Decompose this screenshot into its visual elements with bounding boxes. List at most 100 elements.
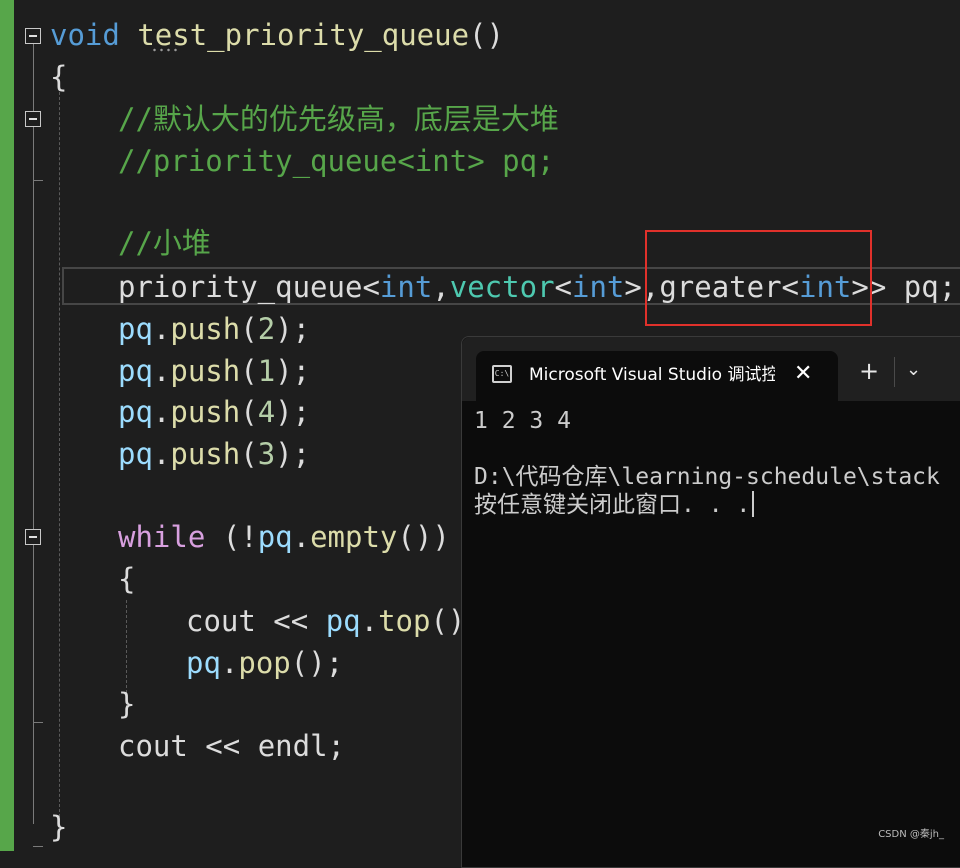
number-literal: 1 bbox=[257, 354, 276, 388]
punctuation: . bbox=[292, 520, 311, 554]
punctuation: , bbox=[432, 270, 450, 304]
type-name: priority_queue bbox=[118, 270, 363, 304]
punctuation: . bbox=[152, 437, 171, 471]
identifier: cout bbox=[186, 604, 256, 638]
suggestion-squiggle bbox=[151, 48, 179, 52]
new-tab-plus-icon[interactable]: + bbox=[859, 357, 879, 385]
fold-toggle-while-icon[interactable] bbox=[25, 529, 41, 545]
punctuation: . bbox=[360, 604, 379, 638]
fold-end-tick bbox=[33, 846, 43, 847]
output-prompt: 按任意键关闭此窗口. . . bbox=[474, 492, 751, 518]
brace: { bbox=[118, 562, 136, 596]
indent-guide bbox=[59, 82, 60, 822]
code-line-push: pq.push(4); bbox=[118, 391, 310, 433]
annotation-highlight-box bbox=[645, 230, 872, 326]
punctuation: ()) bbox=[397, 520, 450, 554]
output-line: 1 2 3 4 bbox=[474, 408, 571, 434]
code-line-13: while (!pq.empty()) bbox=[118, 516, 450, 558]
punctuation: . bbox=[152, 354, 171, 388]
variable: pq bbox=[118, 354, 153, 388]
fold-toggle-comment-icon[interactable] bbox=[25, 111, 41, 127]
keyword: int bbox=[572, 270, 625, 304]
punctuation: < bbox=[554, 270, 572, 304]
variable: pq bbox=[118, 312, 153, 346]
punctuation: ); bbox=[275, 354, 311, 388]
operator: << bbox=[187, 729, 258, 763]
terminal-tab[interactable]: C:\ Microsoft Visual Studio 调试控制台 ✕ bbox=[476, 351, 838, 401]
code-line-17: } bbox=[118, 683, 135, 725]
identifier: pq; bbox=[886, 270, 957, 304]
code-line-14: { bbox=[118, 558, 135, 600]
fold-toggle-function-icon[interactable] bbox=[25, 28, 41, 44]
function-name: top bbox=[378, 604, 431, 638]
code-line-16: pq.pop(); bbox=[186, 642, 343, 684]
code-line-4: //priority_queue<int> pq; bbox=[118, 140, 555, 182]
punctuation: ; bbox=[327, 729, 345, 763]
terminal-titlebar[interactable]: C:\ Microsoft Visual Studio 调试控制台 ✕ + ⌄ bbox=[462, 337, 960, 401]
function-name: pop bbox=[238, 646, 291, 680]
punctuation: ( bbox=[240, 354, 258, 388]
punctuation: ( bbox=[240, 312, 258, 346]
operator: << bbox=[255, 604, 326, 638]
function-name: empty bbox=[310, 520, 398, 554]
chevron-down-icon[interactable]: ⌄ bbox=[906, 359, 921, 380]
control-keyword: while bbox=[118, 520, 206, 554]
fold-line bbox=[33, 44, 34, 824]
close-icon[interactable]: ✕ bbox=[794, 361, 812, 386]
fold-end-tick bbox=[33, 180, 43, 181]
function-name: push bbox=[170, 354, 241, 388]
brace: { bbox=[50, 60, 68, 94]
variable: pq bbox=[118, 395, 153, 429]
fold-end-tick bbox=[33, 722, 43, 723]
change-indicator-bar bbox=[0, 0, 14, 851]
divider bbox=[894, 357, 895, 387]
variable: pq bbox=[186, 646, 221, 680]
function-name: push bbox=[170, 312, 241, 346]
code-line-push: pq.push(3); bbox=[118, 433, 310, 475]
punctuation: ); bbox=[275, 312, 311, 346]
variable: pq bbox=[118, 437, 153, 471]
punctuation: (! bbox=[205, 520, 258, 554]
punctuation: ); bbox=[275, 395, 311, 429]
number-literal: 3 bbox=[257, 437, 276, 471]
keyword: void bbox=[50, 18, 120, 52]
code-line-2: { bbox=[50, 56, 67, 98]
output-path: D:\代码仓库\learning-schedule\stack bbox=[474, 464, 940, 490]
comment: //priority_queue<int> pq; bbox=[118, 144, 555, 178]
code-line-18: cout << endl; bbox=[118, 725, 345, 767]
code-line-push: pq.push(2); bbox=[118, 308, 310, 350]
punctuation: ); bbox=[275, 437, 311, 471]
code-line-3: //默认大的优先级高，底层是大堆 bbox=[118, 98, 559, 140]
code-line-1: void test_priority_queue() bbox=[50, 14, 504, 56]
function-name: test_priority_queue bbox=[137, 18, 470, 52]
keyword: int bbox=[379, 270, 433, 304]
console-output[interactable]: 1 2 3 4 D:\代码仓库\learning-schedule\stack … bbox=[474, 407, 940, 519]
variable: pq bbox=[257, 520, 293, 554]
punctuation: . bbox=[220, 646, 239, 680]
comment: //小堆 bbox=[118, 226, 211, 260]
number-literal: 4 bbox=[257, 395, 276, 429]
punctuation: () bbox=[469, 18, 504, 52]
punctuation: ( bbox=[240, 437, 258, 471]
identifier: cout bbox=[118, 729, 188, 763]
debug-console-window[interactable]: C:\ Microsoft Visual Studio 调试控制台 ✕ + ⌄ … bbox=[461, 336, 960, 868]
function-name: push bbox=[170, 437, 241, 471]
identifier: endl bbox=[257, 729, 328, 763]
punctuation: . bbox=[152, 395, 171, 429]
code-line-push: pq.push(1); bbox=[118, 350, 310, 392]
punctuation: . bbox=[152, 312, 171, 346]
punctuation: ( bbox=[240, 395, 258, 429]
comment: //默认大的优先级高，底层是大堆 bbox=[118, 102, 559, 136]
watermark: CSDN @秦jh_ bbox=[878, 829, 944, 840]
brace: } bbox=[50, 810, 68, 844]
punctuation: (); bbox=[290, 646, 344, 680]
tab-title: Microsoft Visual Studio 调试控制台 bbox=[529, 365, 775, 385]
code-line-15: cout << pq.top() bbox=[186, 600, 465, 642]
variable: pq bbox=[325, 604, 361, 638]
text-cursor bbox=[752, 491, 755, 517]
console-icon: C:\ bbox=[492, 365, 512, 383]
code-line-6: //小堆 bbox=[118, 222, 211, 264]
type-name: vector bbox=[449, 270, 555, 304]
brace: } bbox=[118, 687, 136, 721]
punctuation: < bbox=[362, 270, 380, 304]
